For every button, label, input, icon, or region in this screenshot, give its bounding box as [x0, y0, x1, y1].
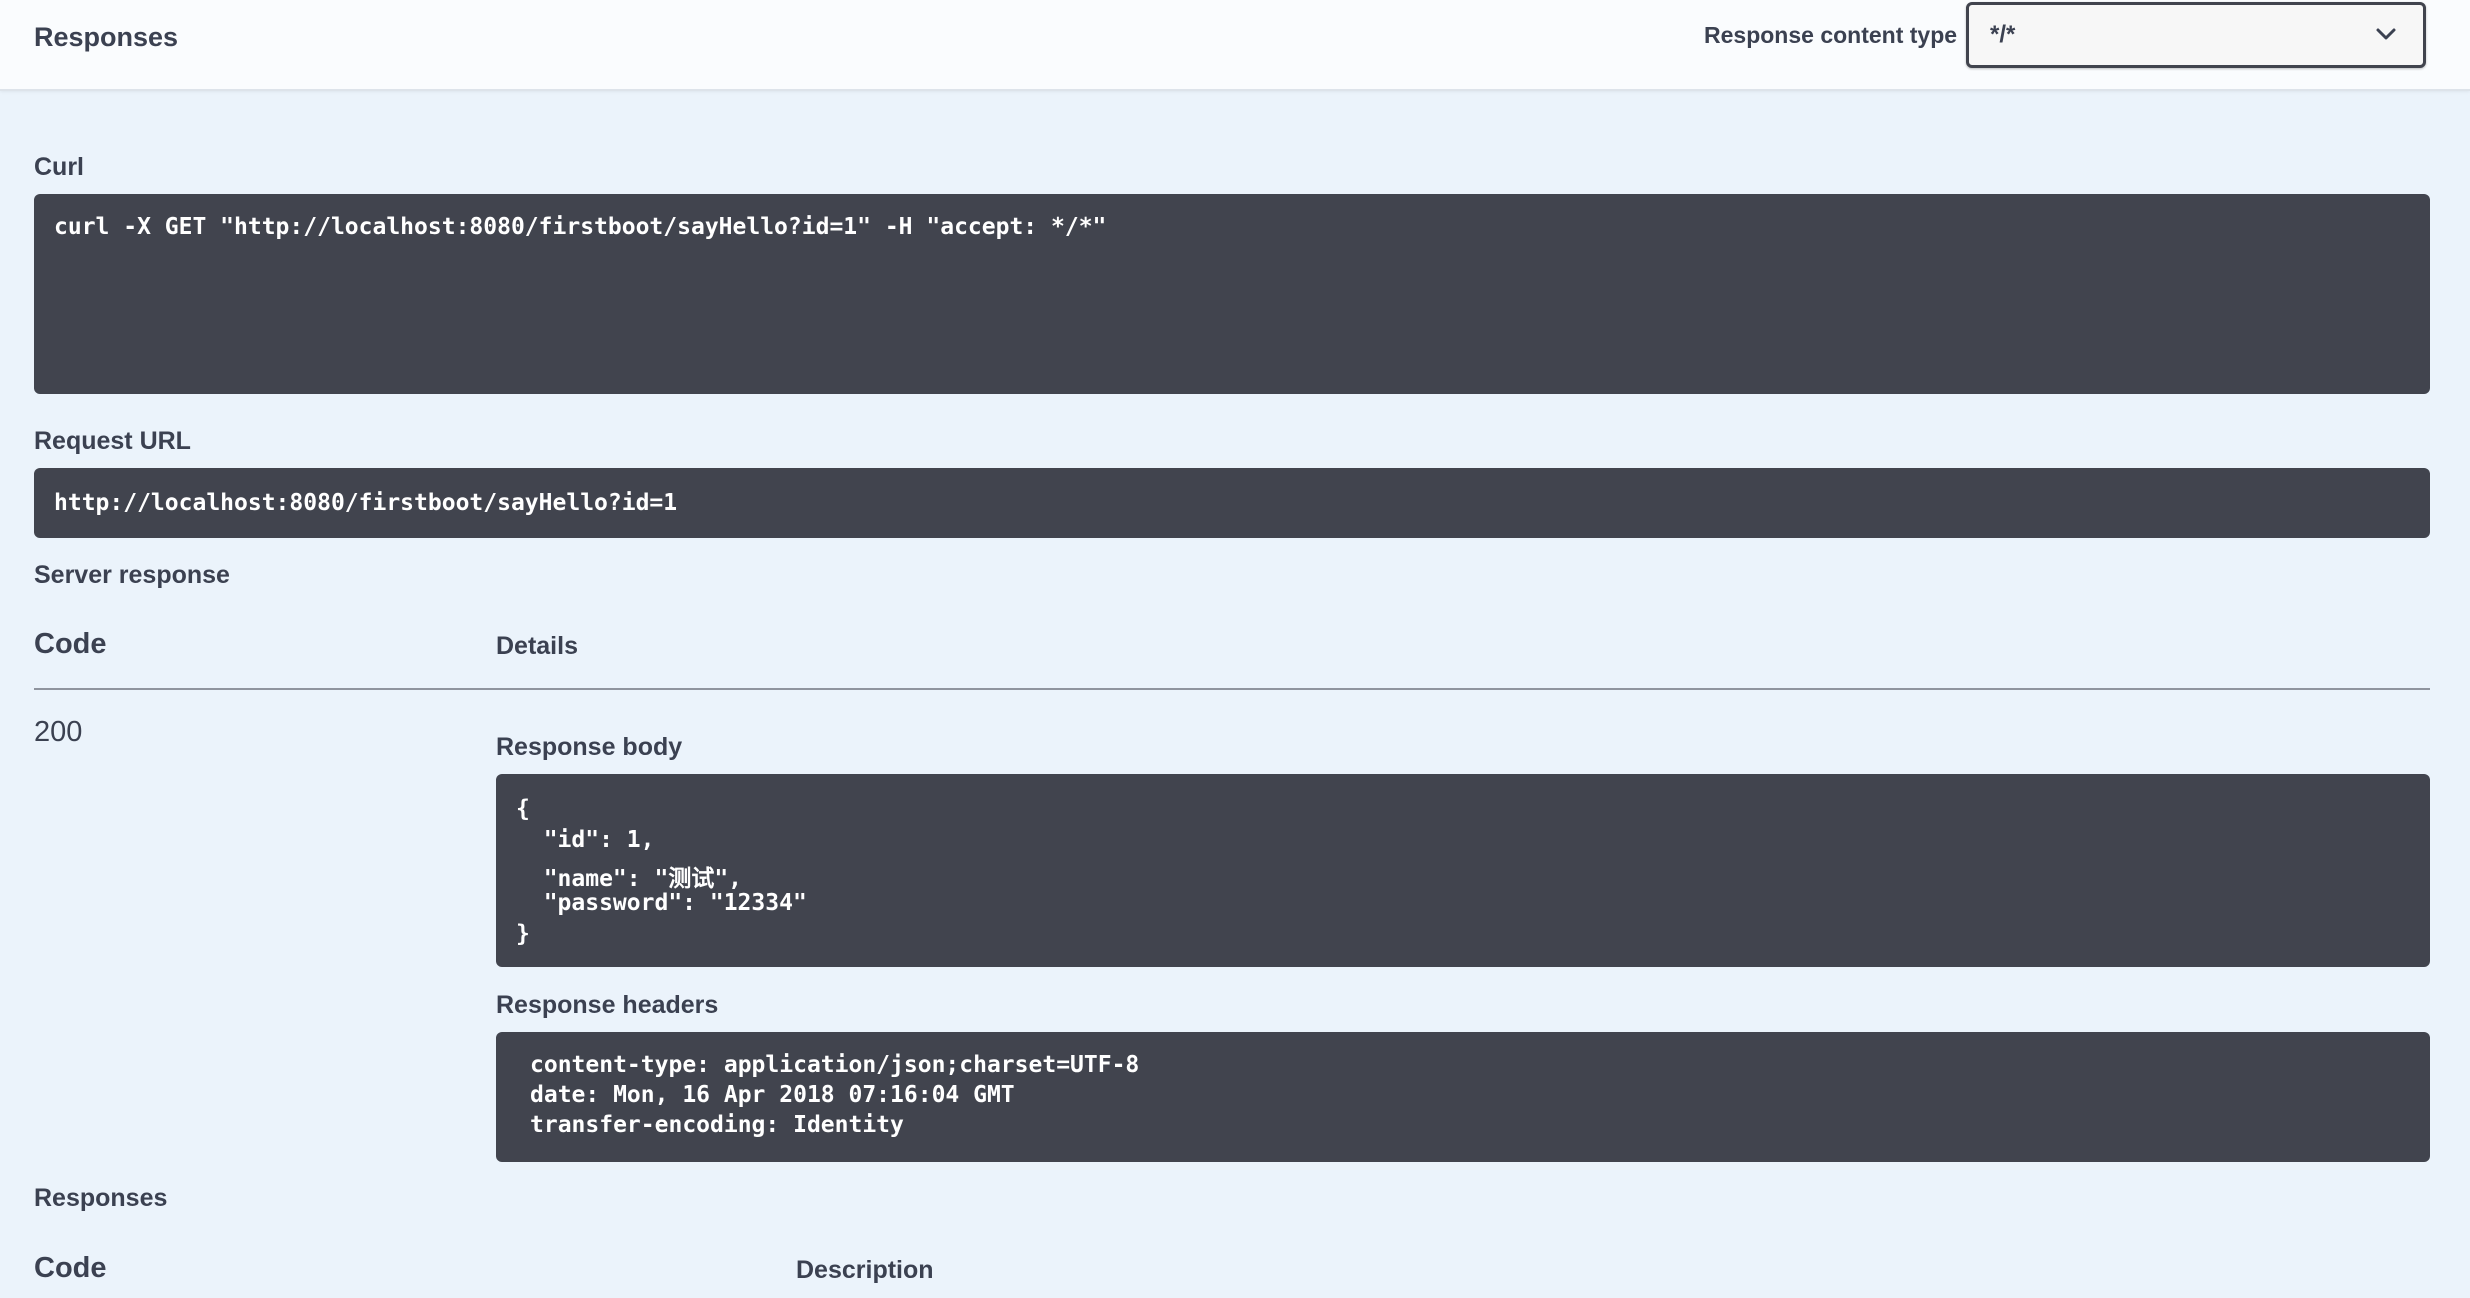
response-header-line: content-type: application/json;charset=U… [530, 1052, 1140, 1078]
responses-description-header: Description [796, 1256, 934, 1284]
responses-code-header: Code [34, 1252, 107, 1284]
response-body-label: Response body [496, 733, 683, 761]
request-url-label: Request URL [34, 427, 191, 455]
curl-command: curl -X GET "http://localhost:8080/first… [54, 214, 1107, 240]
request-url-block[interactable]: http://localhost:8080/firstboot/sayHello… [34, 468, 2430, 538]
response-header-line: date: Mon, 16 Apr 2018 07:16:04 GMT [530, 1082, 1015, 1108]
response-body-block[interactable]: { "id": 1, "name": "测试", "password": "12… [496, 774, 2430, 967]
response-body-line: "id": 1, [516, 827, 655, 853]
response-content-type-value: */* [1990, 21, 2016, 48]
server-response-details-header: Details [496, 632, 578, 660]
response-headers-label: Response headers [496, 991, 719, 1019]
response-body-line: } [516, 921, 530, 947]
server-response-divider [34, 688, 2430, 690]
response-body-line: { [516, 796, 530, 822]
response-body-line: "name": "测试", [516, 866, 743, 892]
curl-label: Curl [34, 153, 84, 181]
response-status-code: 200 [34, 716, 83, 748]
server-response-label: Server response [34, 561, 230, 589]
responses-title: Responses [34, 22, 179, 52]
response-header-line: transfer-encoding: Identity [530, 1112, 904, 1138]
response-content-type-select[interactable]: */* [1966, 2, 2426, 68]
server-response-code-header: Code [34, 628, 107, 660]
chevron-down-icon [2376, 28, 2396, 40]
responses-header-bar: Responses Response content type */* [0, 0, 2470, 91]
response-body-line: "password": "12334" [516, 890, 807, 916]
curl-command-block[interactable]: curl -X GET "http://localhost:8080/first… [34, 194, 2430, 394]
response-content-type-label: Response content type [1704, 22, 1958, 48]
request-url-value: http://localhost:8080/firstboot/sayHello… [54, 490, 678, 516]
response-headers-block[interactable]: content-type: application/json;charset=U… [496, 1032, 2430, 1162]
responses-section-label: Responses [34, 1184, 168, 1212]
